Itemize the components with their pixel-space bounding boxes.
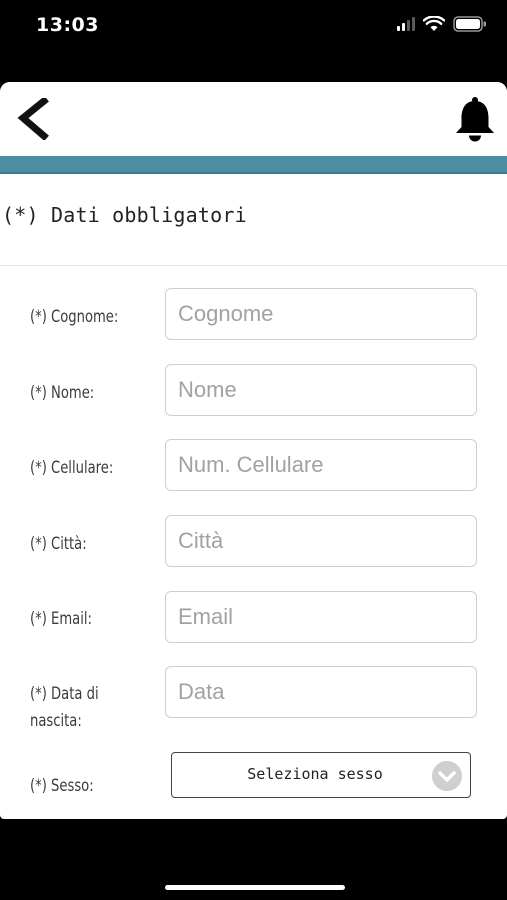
status-time: 13:03 [36, 14, 99, 36]
surname-input[interactable] [165, 288, 477, 340]
gender-select[interactable]: Seleziona sesso [171, 752, 471, 798]
cellular-signal-icon [397, 17, 415, 31]
gender-select-value: Seleziona sesso [247, 765, 383, 783]
status-icons [397, 16, 487, 32]
email-input[interactable] [165, 591, 477, 643]
required-fields-note: (*) Dati obbligatori [2, 203, 247, 227]
home-indicator[interactable] [165, 885, 345, 890]
back-button[interactable] [14, 96, 54, 141]
name-input[interactable] [165, 364, 477, 416]
header-accent-bar [0, 156, 507, 174]
birthdate-label-line1: (*) Data di [30, 684, 99, 704]
status-bar: 13:03 [0, 0, 507, 52]
city-input[interactable] [165, 515, 477, 567]
app-header [0, 82, 507, 156]
birthdate-input[interactable] [165, 666, 477, 718]
mobile-input[interactable] [165, 439, 477, 491]
bell-icon [456, 97, 494, 142]
name-label: (*) Nome: [30, 383, 95, 403]
birthdate-label-line2: nascita: [30, 711, 82, 731]
battery-icon [453, 16, 486, 32]
app-screen: (*) Dati obbligatori (*) Cognome: (*) No… [0, 82, 507, 819]
chevron-left-icon [17, 96, 49, 141]
surname-label: (*) Cognome: [30, 307, 119, 327]
city-label: (*) Città: [30, 534, 87, 554]
gender-label: (*) Sesso: [30, 776, 94, 796]
email-label: (*) Email: [30, 609, 92, 629]
chevron-down-icon [432, 761, 462, 791]
wifi-icon [423, 16, 445, 31]
mobile-label: (*) Cellulare: [30, 458, 114, 478]
notifications-button[interactable] [453, 96, 497, 142]
registration-form: (*) Cognome: (*) Nome: (*) Cellulare: (*… [0, 265, 507, 819]
